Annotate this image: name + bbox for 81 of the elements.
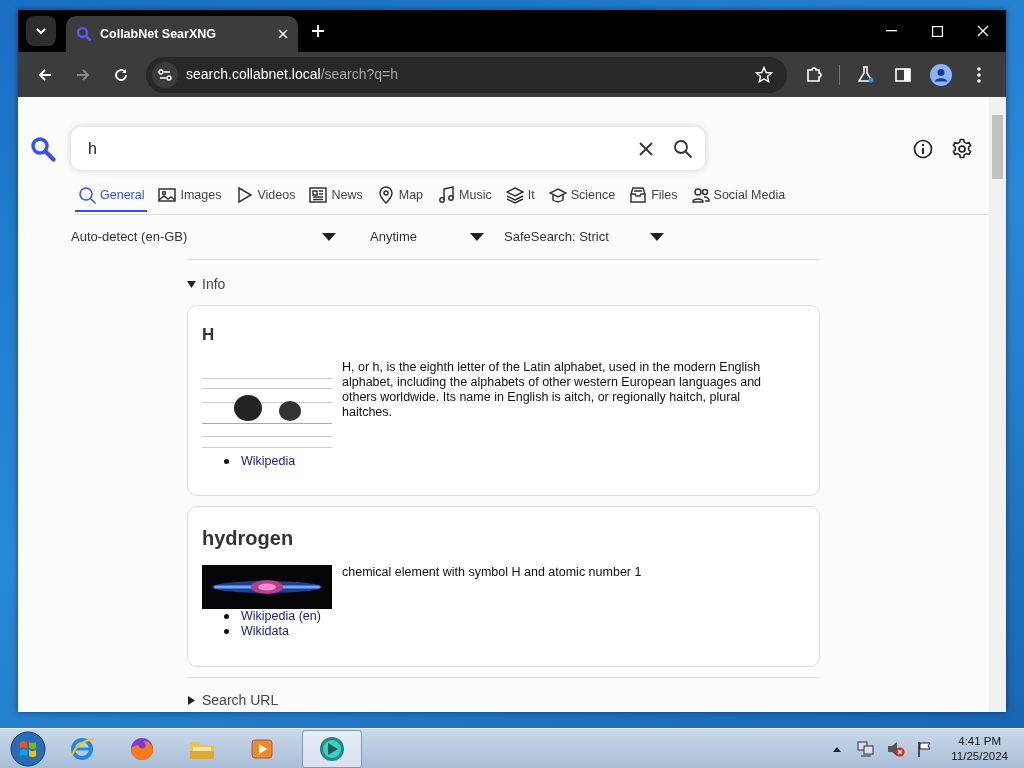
clear-icon[interactable] <box>639 141 653 156</box>
bullet-icon <box>224 458 229 464</box>
scrollbar-thumb[interactable] <box>992 115 1003 179</box>
caret-down-icon <box>187 280 196 289</box>
flag-icon[interactable] <box>917 740 934 757</box>
filter-dropdown[interactable]: SafeSearch: Strict <box>504 227 664 247</box>
link[interactable]: Wikipedia <box>241 453 296 469</box>
filter-dropdown[interactable]: Auto-detect (en-GB) <box>71 227 336 247</box>
category-tab[interactable]: Science <box>545 179 619 213</box>
category-tab[interactable]: Music <box>434 179 495 213</box>
minimize-icon <box>885 30 897 32</box>
newspaper-icon <box>309 186 328 204</box>
caret-icon <box>650 233 664 241</box>
settings-icon[interactable] <box>951 137 973 160</box>
caret-icon <box>470 233 484 241</box>
browser-tab[interactable]: CollabNet SearXNG <box>66 16 298 52</box>
back-arrow-icon <box>38 67 52 82</box>
category-tab[interactable]: Social Media <box>688 179 789 213</box>
bullet-icon <box>224 614 229 619</box>
category-tab[interactable]: Images <box>155 179 225 213</box>
category-tab[interactable]: Map <box>373 179 427 213</box>
search-icon <box>76 26 92 42</box>
music-note-icon <box>437 186 456 204</box>
show-hidden-icons-icon[interactable] <box>833 745 842 752</box>
reload-icon <box>114 67 128 82</box>
bullet-icon <box>224 629 229 634</box>
category-tab[interactable]: Files <box>626 179 681 213</box>
search-field[interactable]: h <box>86 135 639 162</box>
windows-logo-icon <box>10 730 46 767</box>
category-tab[interactable]: Videos <box>232 179 299 213</box>
maximize-icon <box>931 25 943 37</box>
network-icon[interactable] <box>857 740 876 757</box>
url-text: search.collabnet.local/search?q=h <box>186 65 399 84</box>
people-icon <box>691 186 710 204</box>
close-icon <box>977 25 989 37</box>
category-tab[interactable]: General <box>75 179 148 213</box>
search-logo-icon[interactable] <box>30 135 56 162</box>
chevron-down-icon <box>35 27 47 35</box>
plus-icon <box>312 25 324 37</box>
time-text: 4:41 PM <box>957 733 1003 749</box>
category-tab[interactable]: It <box>502 179 538 213</box>
link[interactable]: Wikidata <box>241 624 289 639</box>
taskbar-app[interactable] <box>302 729 362 768</box>
search-icon <box>78 186 96 204</box>
clock[interactable]: 4:41 PM 11/25/2024 <box>951 733 1008 764</box>
date-text: 11/25/2024 <box>951 748 1008 764</box>
description: chemical element with symbol H and atomic number 1 <box>342 565 643 581</box>
muted-speaker-icon[interactable] <box>887 740 906 757</box>
image-icon <box>158 186 177 204</box>
star-icon[interactable] <box>755 65 773 84</box>
flask-icon <box>856 66 874 83</box>
side-panel-icon <box>895 66 911 83</box>
tab-search-button[interactable] <box>26 16 56 46</box>
layers-icon <box>505 186 524 204</box>
search-bar[interactable]: h <box>71 127 705 170</box>
info-icon[interactable] <box>913 138 933 159</box>
caret-right-icon <box>187 696 196 705</box>
menu-icon <box>977 66 981 83</box>
avatar-icon <box>930 63 952 86</box>
search-url-toggle[interactable]: Search URL <box>187 690 279 711</box>
filter-dropdown[interactable]: Anytime <box>370 227 484 247</box>
address-bar[interactable]: search.collabnet.local/search?q=h <box>146 56 787 93</box>
scrollbar[interactable] <box>989 97 1006 712</box>
caret-icon <box>322 233 336 241</box>
file-drawer-icon <box>629 186 648 204</box>
category-tab[interactable]: News <box>306 179 366 213</box>
play-icon <box>235 186 254 204</box>
description: H, or h, is the eighth letter of the Latin alphabet, used in the modern English alphabet, including the alphabets of other western European languages and others worldwide. Its name in English is aitch, or regionally haitch, plural haitches. <box>342 359 763 421</box>
info-toggle[interactable]: Info <box>187 274 226 295</box>
infobox-title: hydrogen <box>202 526 295 551</box>
site-settings-icon <box>152 61 178 88</box>
close-icon[interactable] <box>278 29 288 39</box>
app-icon <box>318 734 346 763</box>
tab-title: CollabNet SearXNG <box>100 25 217 43</box>
search-icon[interactable] <box>673 138 693 159</box>
graduation-cap-icon <box>548 186 567 204</box>
forward-arrow-icon <box>76 67 90 82</box>
map-pin-icon <box>376 186 395 204</box>
infobox-title: H <box>202 324 216 346</box>
puzzle-icon <box>805 66 823 83</box>
link[interactable]: Wikipedia (en) <box>241 609 321 624</box>
